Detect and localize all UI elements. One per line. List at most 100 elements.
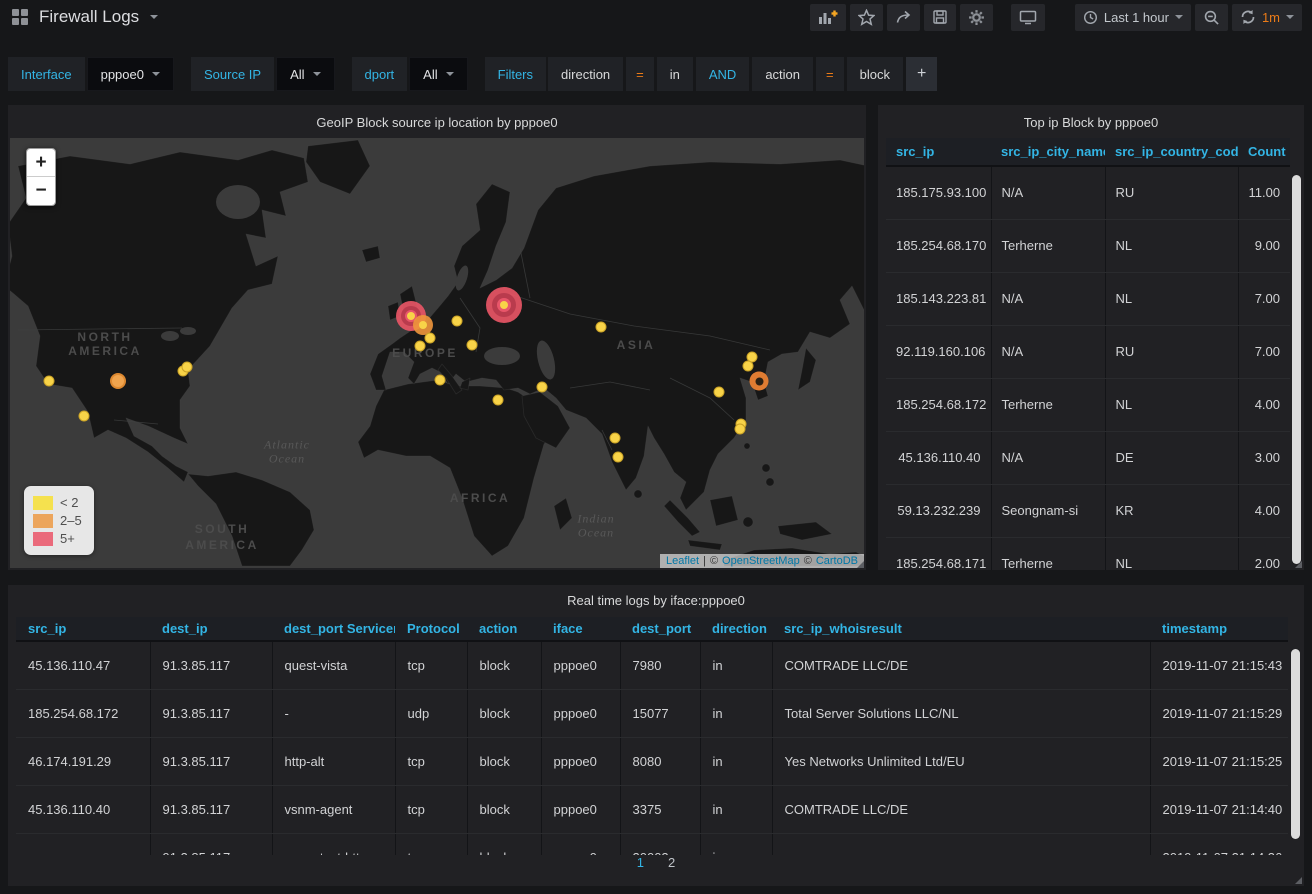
map-marker-dot[interactable] — [415, 341, 426, 352]
table-cell: 3375 — [620, 785, 700, 833]
table-cell: 91.3.85.117 — [150, 737, 272, 785]
time-range-picker-button[interactable]: Last 1 hour — [1075, 4, 1191, 31]
column-header[interactable]: dest_port Servicename — [272, 617, 395, 641]
filter-segment-cond[interactable]: AND — [696, 57, 749, 91]
scrollbar-thumb[interactable] — [1292, 175, 1301, 564]
realtime-logs-panel-title[interactable]: Real time logs by iface:pppoe0 — [8, 585, 1304, 615]
save-icon — [932, 9, 948, 25]
table-cell: pppoe0 — [541, 833, 620, 855]
table-cell: 8080 — [620, 737, 700, 785]
column-header[interactable]: iface — [541, 617, 620, 641]
add-panel-button[interactable] — [810, 4, 846, 31]
page-number-1[interactable]: 1 — [637, 855, 644, 870]
scrollbar-thumb[interactable] — [1291, 649, 1300, 839]
column-header[interactable]: dest_ip — [150, 617, 272, 641]
table-cell: 4.00 — [1238, 484, 1290, 537]
share-button[interactable] — [887, 4, 920, 31]
table-cell: 3.00 — [1238, 431, 1290, 484]
legend-swatch — [33, 514, 53, 528]
star-button[interactable] — [850, 4, 883, 31]
column-header[interactable]: src_ip_city_name — [991, 138, 1105, 166]
column-header[interactable]: Protocol — [395, 617, 467, 641]
interface-variable-value[interactable]: pppoe0 — [87, 57, 174, 91]
page-number-2[interactable]: 2 — [668, 855, 675, 870]
dashboard-title[interactable]: Firewall Logs — [39, 7, 139, 27]
filter-segment-value[interactable]: in — [657, 57, 693, 91]
zoom-out-time-button[interactable] — [1195, 4, 1228, 31]
table-cell: commtact-http — [272, 833, 395, 855]
column-header[interactable]: src_ip_whoisresult — [772, 617, 1150, 641]
map-marker-high[interactable] — [486, 287, 522, 323]
map-marker-dot[interactable] — [537, 382, 548, 393]
table-cell: KR — [1105, 484, 1238, 537]
refresh-button[interactable]: 1m — [1232, 4, 1302, 31]
top-ip-block-panel: Top ip Block by pppoe0 src_ipsrc_ip_city… — [878, 105, 1304, 570]
map-marker-dot[interactable] — [182, 362, 193, 373]
column-header[interactable]: src_ip — [16, 617, 150, 641]
filter-segment-key[interactable]: action — [752, 57, 813, 91]
map-marker-dot[interactable] — [425, 333, 436, 344]
table-cell: 2.00 — [1238, 537, 1290, 570]
column-header[interactable]: action — [467, 617, 541, 641]
map-zoom-out-button[interactable]: − — [27, 177, 55, 205]
map-zoom-in-button[interactable]: + — [27, 149, 55, 177]
openstreetmap-link[interactable]: OpenStreetMap — [722, 555, 800, 567]
legend-label: < 2 — [60, 495, 78, 510]
map-marker-dot[interactable] — [735, 424, 746, 435]
filter-segment-value[interactable]: block — [847, 57, 903, 91]
top-ip-table: src_ipsrc_ip_city_namesrc_ip_country_cod… — [886, 138, 1290, 570]
table-cell: RU — [1105, 166, 1238, 219]
map-marker-dot[interactable] — [44, 376, 55, 387]
table-cell: COMTRADE LLC/DE — [772, 785, 1150, 833]
geoip-map-panel-title[interactable]: GeoIP Block source ip location by pppoe0 — [8, 105, 866, 139]
map-marker-dot[interactable] — [714, 387, 725, 398]
column-header[interactable]: dest_port — [620, 617, 700, 641]
table-cell: 46.174.191.29 — [16, 737, 150, 785]
table-cell: tcp — [395, 785, 467, 833]
map-marker-dot[interactable] — [435, 375, 446, 386]
world-map[interactable]: NORTHAMERICAEUROPEASIAAFRICASOUTHAMERICA… — [10, 138, 864, 568]
cartodb-link[interactable]: CartoDB — [816, 555, 858, 567]
table-cell: udp — [395, 689, 467, 737]
map-marker-dot[interactable] — [610, 433, 621, 444]
dashboard-title-caret-icon[interactable] — [150, 15, 158, 19]
table-cell: block — [467, 833, 541, 855]
adhoc-filter-segments: direction=inANDaction=block+ — [548, 57, 937, 91]
filter-segment-op[interactable]: = — [626, 57, 654, 91]
table-cell: NL — [1105, 378, 1238, 431]
map-marker-dot[interactable] — [596, 322, 607, 333]
column-header[interactable]: src_ip_country_code — [1105, 138, 1238, 166]
panel-resize-handle[interactable] — [1295, 877, 1302, 884]
column-header[interactable]: timestamp — [1150, 617, 1288, 641]
panel-resize-handle[interactable] — [857, 561, 864, 568]
table-cell: in — [700, 737, 772, 785]
top-ip-block-panel-title[interactable]: Top ip Block by pppoe0 — [878, 105, 1304, 139]
map-marker-dot[interactable] — [743, 361, 754, 372]
column-header[interactable]: src_ip — [886, 138, 991, 166]
dashboard-settings-button[interactable] — [960, 4, 993, 31]
column-header[interactable]: direction — [700, 617, 772, 641]
add-filter-button[interactable]: + — [906, 57, 937, 91]
map-marker-dot[interactable] — [467, 340, 478, 351]
map-marker-dot[interactable] — [452, 316, 463, 327]
map-marker-dot[interactable] — [493, 395, 504, 406]
source-ip-variable-value[interactable]: All — [276, 57, 334, 91]
table-cell: 185.254.68.171 — [886, 537, 991, 570]
map-marker-dot[interactable] — [613, 452, 624, 463]
table-row: 46.174.191.2991.3.85.117http-alttcpblock… — [16, 737, 1288, 785]
map-marker-ring[interactable] — [750, 372, 769, 391]
map-marker-dot[interactable] — [79, 411, 90, 422]
table-cell: 91.3.85.117 — [150, 641, 272, 689]
leaflet-link[interactable]: Leaflet — [666, 555, 699, 567]
column-header[interactable]: Count — [1238, 138, 1290, 166]
dashboards-grid-icon[interactable] — [10, 7, 30, 27]
cycle-view-mode-button[interactable] — [1011, 4, 1045, 31]
navbar: Firewall Logs Last 1 hour — [0, 0, 1312, 34]
save-button[interactable] — [924, 4, 956, 31]
map-marker-orange[interactable] — [110, 373, 126, 389]
panel-resize-handle[interactable] — [1295, 561, 1302, 568]
dport-variable-value[interactable]: All — [409, 57, 467, 91]
table-cell: tcp — [395, 641, 467, 689]
filter-segment-op[interactable]: = — [816, 57, 844, 91]
filter-segment-key[interactable]: direction — [548, 57, 623, 91]
